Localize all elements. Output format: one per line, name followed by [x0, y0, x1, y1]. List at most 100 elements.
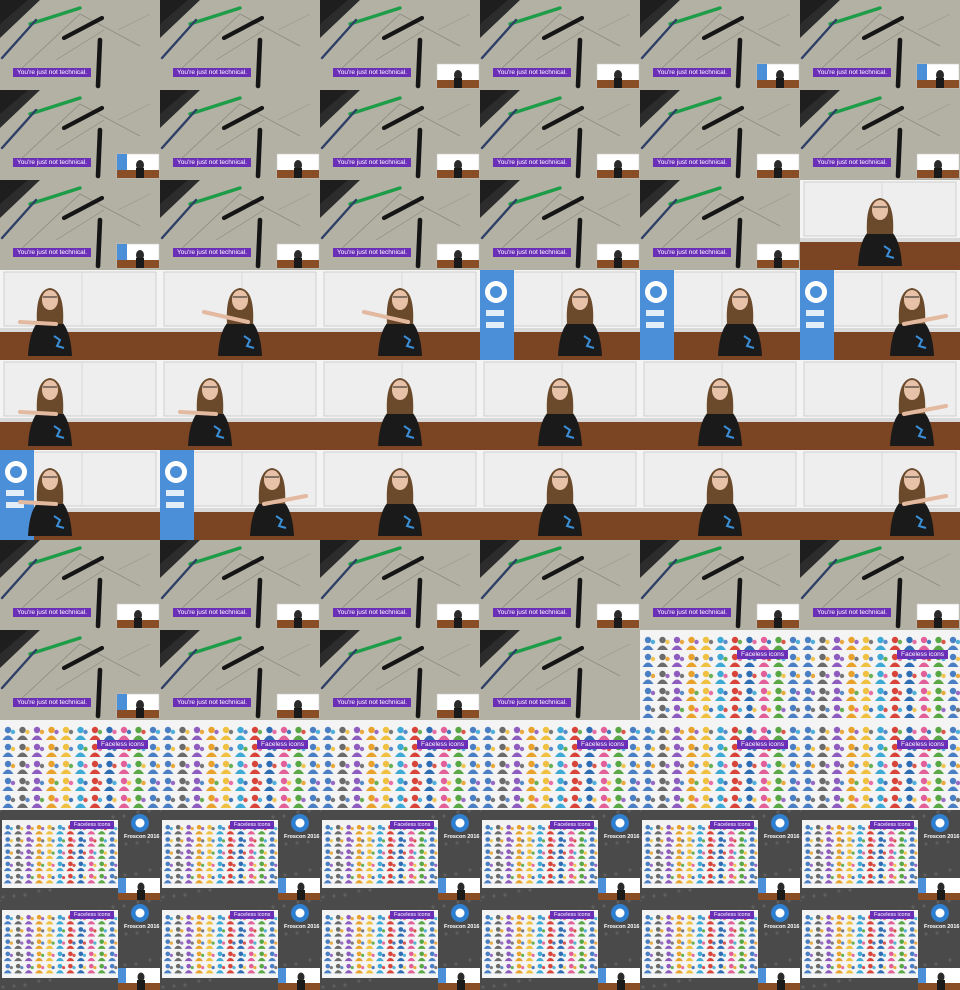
video-frame-conference: Faceless icons Froscon 2016 — [160, 810, 320, 900]
video-frame-desk: You're just not technical. — [160, 180, 320, 270]
frame-scene — [640, 450, 800, 540]
frame-scene — [160, 450, 320, 540]
video-frame-speaker — [640, 360, 800, 450]
caption-label: You're just not technical. — [173, 68, 252, 77]
event-label: Froscon 2016 — [284, 834, 320, 840]
caption-label: You're just not technical. — [813, 158, 892, 167]
event-label: Froscon 2016 — [124, 924, 160, 930]
video-frame-speaker — [800, 450, 960, 540]
video-frame-desk: You're just not technical. — [480, 540, 640, 630]
caption-label: You're just not technical. — [493, 68, 572, 77]
video-frame-speaker — [480, 270, 640, 360]
video-frame-icons: Faceless icons — [160, 720, 320, 810]
event-label: Froscon 2016 — [764, 834, 800, 840]
caption-label: You're just not technical. — [13, 68, 92, 77]
frame-scene — [160, 360, 320, 450]
event-label: Froscon 2016 — [604, 834, 640, 840]
caption-label: You're just not technical. — [493, 158, 572, 167]
frame-scene — [640, 270, 800, 360]
video-frame-conference: Faceless icons Froscon 2016 — [480, 810, 640, 900]
frame-scene — [640, 630, 800, 720]
video-frame-speaker — [0, 270, 160, 360]
event-label: Froscon 2016 — [444, 834, 480, 840]
video-frame-desk: You're just not technical. — [640, 540, 800, 630]
frame-scene — [800, 270, 960, 360]
caption-label: Faceless icons — [230, 911, 275, 919]
video-frame-conference: Faceless icons Froscon 2016 — [0, 900, 160, 990]
video-frame-desk: You're just not technical. — [800, 90, 960, 180]
caption-label: You're just not technical. — [813, 68, 892, 77]
event-label: Froscon 2016 — [924, 834, 960, 840]
caption-label: You're just not technical. — [333, 608, 412, 617]
video-frame-conference: Faceless icons Froscon 2016 — [800, 810, 960, 900]
event-label: Froscon 2016 — [604, 924, 640, 930]
video-frame-conference: Faceless icons Froscon 2016 — [800, 900, 960, 990]
frame-scene — [0, 450, 160, 540]
video-frame-conference: Faceless icons Froscon 2016 — [320, 900, 480, 990]
caption-label: Faceless icons — [550, 911, 595, 919]
caption-label: Faceless icons — [897, 650, 948, 659]
caption-label: You're just not technical. — [333, 248, 412, 257]
video-frame-desk: You're just not technical. — [160, 90, 320, 180]
caption-label: You're just not technical. — [493, 698, 572, 707]
video-frame-speaker — [160, 270, 320, 360]
caption-label: Faceless icons — [577, 740, 628, 749]
video-frame-speaker — [160, 450, 320, 540]
frame-scene — [160, 720, 320, 810]
video-frame-desk: You're just not technical. — [800, 540, 960, 630]
caption-label: Faceless icons — [417, 740, 468, 749]
caption-label: You're just not technical. — [653, 248, 732, 257]
frame-scene — [0, 360, 160, 450]
video-frame-desk: You're just not technical. — [480, 180, 640, 270]
video-frame-conference: Faceless icons Froscon 2016 — [640, 810, 800, 900]
video-frame-conference: Faceless icons Froscon 2016 — [640, 900, 800, 990]
caption-label: Faceless icons — [897, 740, 948, 749]
video-frame-desk: You're just not technical. — [640, 0, 800, 90]
video-frame-icons: Faceless icons — [640, 720, 800, 810]
caption-label: You're just not technical. — [653, 158, 732, 167]
event-label: Froscon 2016 — [124, 834, 160, 840]
video-frame-icons: Faceless icons — [640, 630, 800, 720]
video-frame-speaker — [160, 360, 320, 450]
video-frame-speaker — [320, 270, 480, 360]
video-frame-speaker — [800, 270, 960, 360]
video-frame-speaker — [480, 360, 640, 450]
caption-label: You're just not technical. — [333, 698, 412, 707]
caption-label: You're just not technical. — [173, 608, 252, 617]
caption-label: Faceless icons — [737, 740, 788, 749]
caption-label: You're just not technical. — [173, 158, 252, 167]
video-frame-desk: You're just not technical. — [0, 540, 160, 630]
frame-scene — [480, 360, 640, 450]
video-frame-conference: Faceless icons Froscon 2016 — [160, 900, 320, 990]
frame-scene — [0, 270, 160, 360]
video-frame-desk: You're just not technical. — [0, 180, 160, 270]
caption-label: You're just not technical. — [333, 158, 412, 167]
caption-label: You're just not technical. — [813, 608, 892, 617]
video-frame-conference: Faceless icons Froscon 2016 — [0, 810, 160, 900]
video-frame-desk: You're just not technical. — [800, 0, 960, 90]
caption-label: Faceless icons — [710, 911, 755, 919]
video-frame-desk: You're just not technical. — [320, 90, 480, 180]
caption-label: Faceless icons — [70, 821, 115, 829]
video-frame-conference: Faceless icons Froscon 2016 — [320, 810, 480, 900]
frame-scene — [800, 720, 960, 810]
frame-scene — [640, 360, 800, 450]
video-frame-desk: You're just not technical. — [480, 630, 640, 720]
video-frame-desk: You're just not technical. — [320, 630, 480, 720]
video-frame-icons: Faceless icons — [320, 720, 480, 810]
video-frame-desk: You're just not technical. — [320, 540, 480, 630]
caption-label: Faceless icons — [230, 821, 275, 829]
video-frame-speaker — [320, 450, 480, 540]
caption-label: You're just not technical. — [173, 698, 252, 707]
caption-label: You're just not technical. — [333, 68, 412, 77]
caption-label: Faceless icons — [257, 740, 308, 749]
video-frame-conference: Faceless icons Froscon 2016 — [480, 900, 640, 990]
video-frame-desk: You're just not technical. — [160, 630, 320, 720]
video-frame-speaker — [0, 450, 160, 540]
video-frame-speaker — [800, 180, 960, 270]
caption-label: Faceless icons — [390, 911, 435, 919]
frame-scene — [0, 720, 160, 810]
frame-scene — [480, 270, 640, 360]
frame-scene — [320, 450, 480, 540]
video-frame-desk: You're just not technical. — [160, 0, 320, 90]
